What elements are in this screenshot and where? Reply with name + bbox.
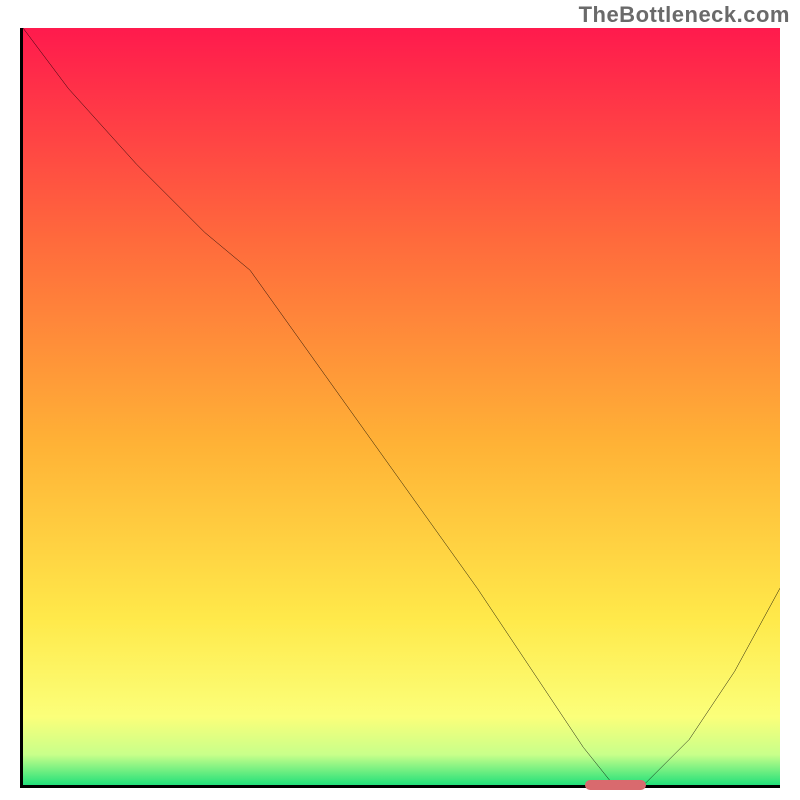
curve-line <box>23 28 780 785</box>
chart-plot-area <box>20 28 780 788</box>
optimal-marker <box>585 780 646 790</box>
watermark-text: TheBottleneck.com <box>579 2 790 28</box>
